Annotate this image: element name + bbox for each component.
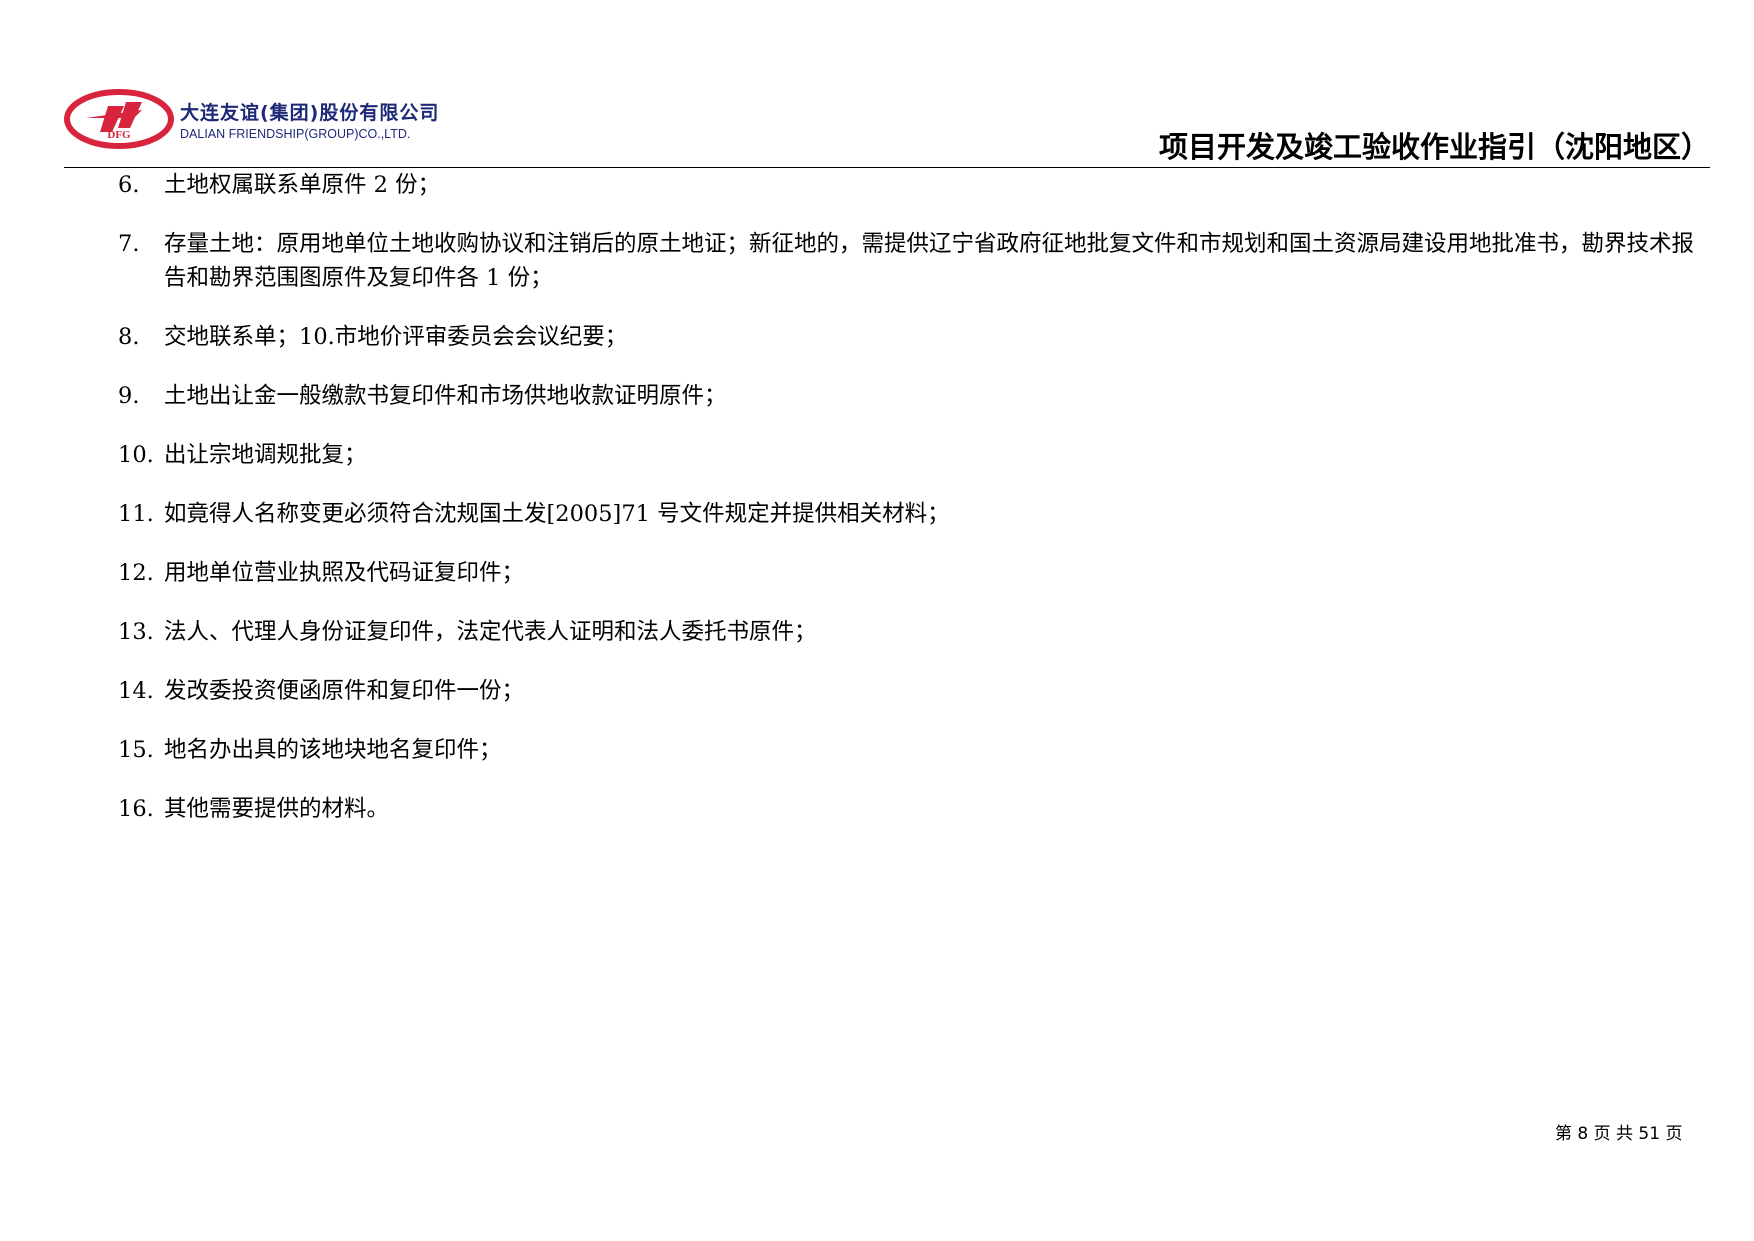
item-number: 6.	[118, 172, 140, 198]
item-text: 其他需要提供的材料。	[164, 796, 390, 822]
company-name-en: DALIAN FRIENDSHIP(GROUP)CO.,LTD.	[180, 126, 411, 141]
item-number: 13.	[118, 619, 154, 645]
item-number: 16.	[118, 796, 154, 822]
list-item: 15. 地名办出具的该地块地名复印件；	[118, 733, 1698, 767]
list-item: 14. 发改委投资便函原件和复印件一份；	[118, 674, 1698, 708]
list-item: 7. 存量土地：原用地单位土地收购协议和注销后的原土地证；新征地的，需提供辽宁省…	[118, 227, 1698, 295]
item-number: 15.	[118, 737, 154, 763]
document-title: 项目开发及竣工验收作业指引（沈阳地区）	[1158, 130, 1710, 164]
item-number: 14.	[118, 678, 154, 704]
list-item: 9. 土地出让金一般缴款书复印件和市场供地收款证明原件；	[118, 379, 1698, 413]
item-number: 11.	[118, 501, 154, 527]
item-number: 9.	[118, 383, 140, 409]
requirements-list: 6. 土地权属联系单原件 2 份； 7. 存量土地：原用地单位土地收购协议和注销…	[118, 168, 1698, 826]
item-text: 存量土地：原用地单位土地收购协议和注销后的原土地证；新征地的，需提供辽宁省政府征…	[164, 231, 1695, 291]
item-text: 用地单位营业执照及代码证复印件；	[164, 560, 525, 586]
company-name-cn: 大连友谊(集团)股份有限公司	[180, 101, 440, 124]
item-text: 土地出让金一般缴款书复印件和市场供地收款证明原件；	[164, 383, 727, 409]
list-item: 6. 土地权属联系单原件 2 份；	[118, 168, 1698, 202]
item-text: 如竟得人名称变更必须符合沈规国土发[2005]71 号文件规定并提供相关材料；	[164, 501, 950, 527]
item-text: 发改委投资便函原件和复印件一份；	[164, 678, 525, 704]
item-number: 8.	[118, 324, 140, 350]
item-text: 法人、代理人身份证复印件，法定代表人证明和法人委托书原件；	[164, 619, 817, 645]
list-item: 13. 法人、代理人身份证复印件，法定代表人证明和法人委托书原件；	[118, 615, 1698, 649]
page-number: 第 8 页 共 51 页	[1555, 1124, 1683, 1144]
dfg-emblem-icon: DFG	[64, 89, 174, 149]
item-number: 10.	[118, 442, 154, 468]
list-item: 8. 交地联系单；10.市地价评审委员会会议纪要；	[118, 320, 1698, 354]
company-logo: DFG 大连友谊(集团)股份有限公司 DALIAN FRIENDSHIP(GRO…	[64, 88, 439, 150]
item-text: 出让宗地调规批复；	[164, 442, 367, 468]
page-header: DFG 大连友谊(集团)股份有限公司 DALIAN FRIENDSHIP(GRO…	[64, 88, 1710, 168]
list-item: 11. 如竟得人名称变更必须符合沈规国土发[2005]71 号文件规定并提供相关…	[118, 497, 1698, 531]
item-number: 7.	[118, 231, 140, 257]
list-item: 10. 出让宗地调规批复；	[118, 438, 1698, 472]
item-text: 土地权属联系单原件 2 份；	[164, 172, 441, 198]
list-item: 12. 用地单位营业执照及代码证复印件；	[118, 556, 1698, 590]
list-item: 16. 其他需要提供的材料。	[118, 792, 1698, 826]
emblem-text: DFG	[107, 129, 131, 141]
item-number: 12.	[118, 560, 154, 586]
item-text: 交地联系单；10.市地价评审委员会会议纪要；	[164, 324, 628, 350]
item-text: 地名办出具的该地块地名复印件；	[164, 737, 502, 763]
